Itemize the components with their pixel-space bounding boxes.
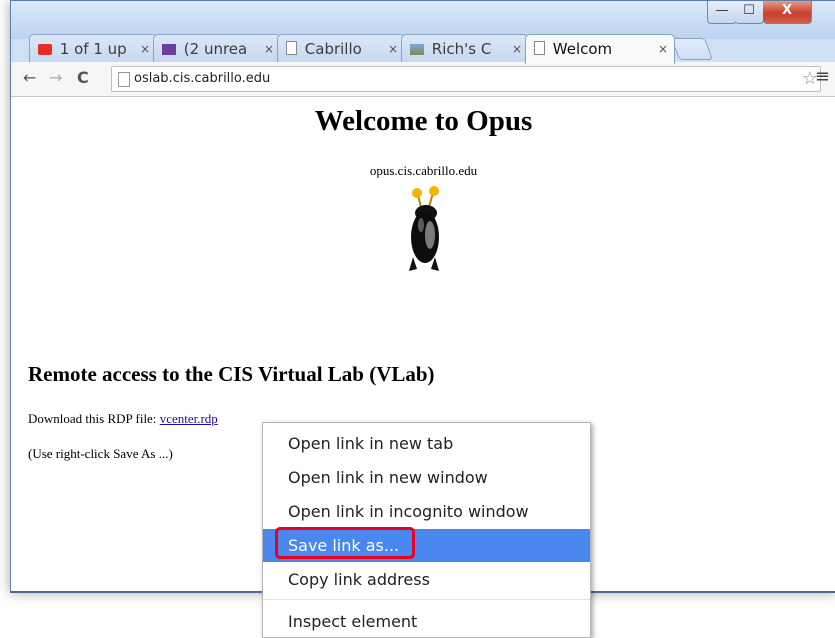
menu-open-incognito[interactable]: Open link in incognito window [263, 495, 590, 528]
tab-welcome[interactable]: Welcom × [525, 34, 675, 64]
context-menu: Open link in new tab Open link in new wi… [262, 422, 591, 638]
reload-icon[interactable]: C [77, 68, 89, 87]
page-icon [118, 72, 130, 87]
menu-save-link-as[interactable]: Save link as... [263, 527, 590, 562]
tab-mail[interactable]: (2 unrea × [153, 34, 281, 62]
url-text: oslab.cis.cabrillo.edu [134, 71, 271, 86]
close-window-button[interactable]: X [763, 1, 812, 24]
host-name: opus.cis.cabrillo.edu [369, 163, 478, 178]
callout-highlight-box [275, 527, 415, 559]
toolbar: ← → C oslab.cis.cabrillo.edu ☆ ≡ [11, 62, 835, 97]
tab-close-icon[interactable]: × [512, 35, 522, 62]
download-label: Download this RDP file: [28, 411, 157, 426]
forward-arrow-icon[interactable]: → [49, 68, 62, 87]
tab-richs[interactable]: Rich's C × [401, 34, 529, 62]
youtube-icon [38, 44, 52, 55]
tab-cabrillo[interactable]: Cabrillo × [277, 34, 405, 62]
tab-youtube[interactable]: 1 of 1 up × [29, 34, 157, 62]
new-tab-button[interactable] [670, 38, 714, 60]
tab-title: Cabrillo [304, 40, 362, 58]
menu-open-new-window[interactable]: Open link in new window [263, 461, 590, 494]
tab-title: Rich's C [431, 40, 492, 58]
rdp-download-link[interactable]: vcenter.rdp [160, 411, 218, 426]
tab-close-icon[interactable]: × [658, 35, 668, 63]
save-as-hint: (Use right-click Save As ...) [28, 446, 173, 461]
menu-icon[interactable]: ≡ [815, 66, 830, 87]
section-heading: Remote access to the CIS Virtual Lab (VL… [28, 362, 435, 386]
tab-title: 1 of 1 up [59, 40, 127, 58]
tab-title: Welcom [552, 40, 613, 58]
tab-close-icon[interactable]: × [388, 35, 398, 62]
page-title: Welcome to Opus [314, 105, 533, 137]
minimize-button[interactable]: — [707, 1, 737, 24]
page-icon [286, 41, 297, 55]
landscape-icon [410, 44, 424, 55]
page-icon [534, 41, 545, 55]
download-line: Download this RDP file: vcenter.rdp [28, 411, 218, 427]
penguin-mascot-image [409, 186, 439, 271]
tab-title: (2 unrea [183, 40, 248, 58]
menu-copy-link-address[interactable]: Copy link address [263, 563, 590, 596]
maximize-button[interactable]: ☐ [735, 1, 764, 24]
tab-close-icon[interactable]: × [140, 35, 150, 62]
menu-separator [263, 599, 590, 600]
tab-close-icon[interactable]: × [264, 35, 274, 62]
mail-icon [162, 44, 176, 55]
back-arrow-icon[interactable]: ← [23, 68, 36, 87]
menu-inspect-element[interactable]: Inspect element [263, 605, 590, 638]
menu-open-new-tab[interactable]: Open link in new tab [263, 427, 590, 460]
address-bar[interactable]: oslab.cis.cabrillo.edu ☆ [111, 66, 821, 92]
